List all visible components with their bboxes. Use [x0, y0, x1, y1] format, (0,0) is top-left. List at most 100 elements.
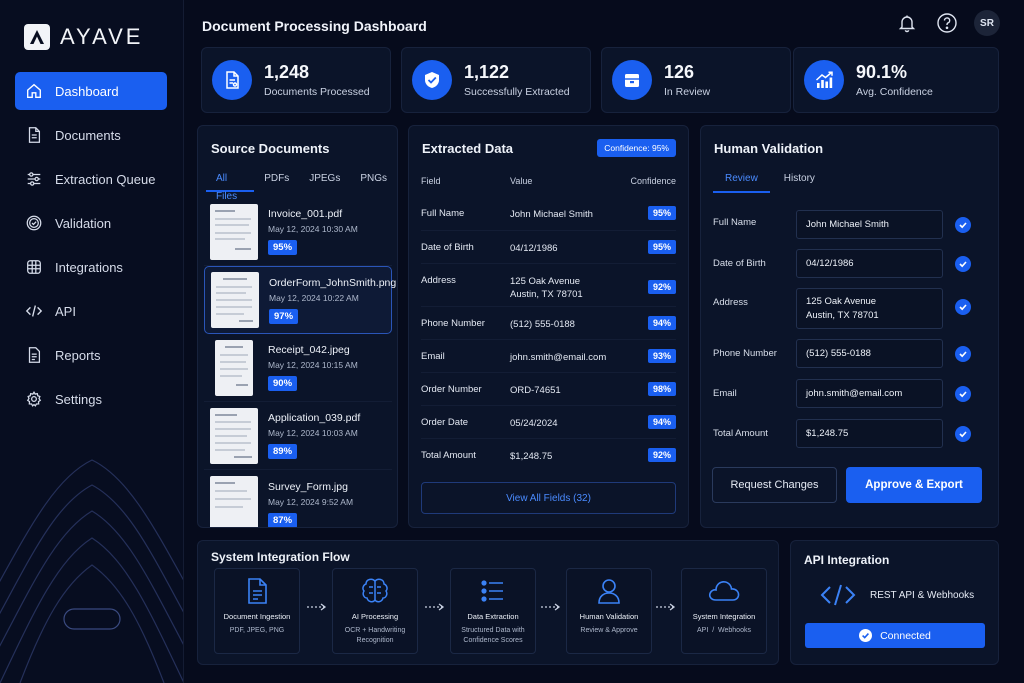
- table-row[interactable]: Email john.smith@email.com 93%: [421, 340, 676, 373]
- flow-step-human-validation[interactable]: Human Validation Review & Approve: [566, 568, 652, 654]
- field-label: Date of Birth: [713, 258, 766, 269]
- sidebar: AYAVE Dashboard Documents Extraction Que…: [0, 0, 184, 683]
- approve-export-button[interactable]: Approve & Export: [846, 467, 982, 503]
- sidebar-item-documents[interactable]: Documents: [15, 116, 167, 154]
- confidence-badge: 95%: [268, 240, 298, 255]
- stat-label: In Review: [664, 86, 711, 98]
- step-description: API / Webhooks: [697, 627, 751, 634]
- step-description: Review & Approve: [580, 627, 638, 634]
- user-avatar[interactable]: SR: [974, 10, 1000, 36]
- stat-value: 126: [664, 62, 695, 82]
- sidebar-item-reports[interactable]: Reports: [15, 336, 167, 374]
- document-thumbnail: [215, 339, 253, 396]
- sidebar-item-settings[interactable]: Settings: [15, 380, 167, 418]
- decorative-arches: [0, 459, 183, 683]
- table-row[interactable]: Full Name John Michael Smith 95%: [421, 198, 676, 231]
- document-name: Survey_Form.jpg: [268, 480, 348, 493]
- document-thumbnail: [210, 407, 258, 464]
- field-value: 04/12/1986: [806, 257, 854, 269]
- tab-pngs[interactable]: PNGs: [350, 170, 397, 192]
- confidence-badge: 95%: [647, 240, 676, 254]
- brand-logo[interactable]: AYAVE: [24, 24, 143, 50]
- step-description: PDF, JPEG, PNG: [229, 627, 285, 634]
- tab-history[interactable]: History: [770, 169, 829, 193]
- table-row[interactable]: Address 125 Oak Avenue Austin, TX 78701 …: [421, 264, 676, 307]
- notifications-button[interactable]: [894, 10, 920, 36]
- flow-step-document-ingestion[interactable]: Document Ingestion PDF, JPEG, PNG: [214, 568, 300, 654]
- sidebar-item-validation[interactable]: Validation: [15, 204, 167, 242]
- confidence-badge: 87%: [268, 512, 298, 527]
- field-label: Email: [713, 388, 737, 399]
- file-type-tabs: All Files PDFs JPEGs PNGs: [206, 170, 397, 202]
- flow-step-system-integration[interactable]: System Integration API / Webhooks: [681, 568, 767, 654]
- phone-number-field[interactable]: (512) 555-0188: [796, 339, 943, 368]
- field-value: john.smith@email.com: [510, 352, 607, 363]
- step-title: AI Processing: [351, 612, 399, 621]
- source-documents-panel: Source Documents All Files PDFs JPEGs PN…: [197, 125, 398, 528]
- api-info: REST API & Webhooks: [820, 583, 974, 607]
- arrow-right-icon: [307, 603, 327, 611]
- field-name: Order Number: [421, 384, 482, 395]
- check-icon[interactable]: [955, 386, 971, 402]
- date-of-birth-field[interactable]: 04/12/1986: [796, 249, 943, 278]
- help-icon: [937, 13, 957, 33]
- list-item[interactable]: Application_039.pdf May 12, 2024 10:03 A…: [204, 402, 392, 470]
- document-date: May 12, 2024 9:52 AM: [268, 496, 354, 507]
- table-row[interactable]: Order Date 05/24/2024 94%: [421, 406, 676, 439]
- gear-icon: [26, 391, 42, 407]
- field-value: (512) 555-0188: [510, 319, 575, 330]
- total-amount-field[interactable]: $1,248.75: [796, 419, 943, 448]
- sidebar-item-extraction-queue[interactable]: Extraction Queue: [15, 160, 167, 198]
- view-all-fields-button[interactable]: View All Fields (32): [421, 482, 676, 514]
- check-icon[interactable]: [955, 426, 971, 442]
- help-button[interactable]: [934, 10, 960, 36]
- flow-step-ai-processing[interactable]: AI Processing OCR + Handwriting Recogniti…: [332, 568, 418, 654]
- document-name: OrderForm_JohnSmith.png: [269, 276, 397, 289]
- check-circle-icon: [26, 215, 42, 231]
- stat-label: Successfully Extracted: [464, 86, 570, 98]
- table-row[interactable]: Total Amount $1,248.75 92%: [421, 439, 676, 472]
- document-date: May 12, 2024 10:30 AM: [268, 224, 358, 234]
- table-row[interactable]: Order Number ORD-74651 98%: [421, 373, 676, 406]
- sidebar-item-api[interactable]: API: [15, 292, 167, 330]
- list-item[interactable]: Receipt_042.jpeg May 12, 2024 10:15 AM 9…: [204, 334, 392, 402]
- sidebar-item-integrations[interactable]: Integrations: [15, 248, 167, 286]
- confidence-badge: 94%: [647, 316, 676, 330]
- flow-step-data-extraction[interactable]: Data Extraction Structured Data with Conf…: [450, 568, 536, 654]
- connected-status-button[interactable]: Connected: [805, 623, 985, 648]
- check-icon[interactable]: [955, 217, 971, 233]
- tab-review[interactable]: Review: [713, 169, 770, 193]
- list-item[interactable]: Survey_Form.jpg May 12, 2024 9:52 AM 87%: [204, 470, 392, 527]
- check-icon[interactable]: [955, 346, 971, 362]
- confidence-badge: 94%: [647, 415, 676, 429]
- stat-documents-processed: 1,248 Documents Processed: [201, 47, 391, 113]
- email-field[interactable]: john.smith@email.com: [796, 379, 943, 408]
- page-title: Document Processing Dashboard: [202, 18, 427, 34]
- check-icon[interactable]: [955, 299, 971, 315]
- address-field[interactable]: 125 Oak Avenue Austin, TX 78701: [796, 288, 943, 329]
- table-row[interactable]: Phone Number (512) 555-0188 94%: [421, 307, 676, 340]
- integration-flow-panel: System Integration Flow Document Ingesti…: [197, 540, 779, 665]
- field-value-line2: Austin, TX 78701: [510, 289, 583, 300]
- sidebar-item-label: Integrations: [55, 259, 123, 275]
- brand-name: AYAVE: [60, 24, 144, 49]
- field-name: Order Date: [421, 417, 468, 428]
- document-icon: [28, 127, 41, 143]
- header-actions: SR: [894, 10, 1000, 36]
- request-changes-button[interactable]: Request Changes: [712, 467, 837, 503]
- table-row[interactable]: Date of Birth 04/12/1986 95%: [421, 231, 676, 264]
- full-name-field[interactable]: John Michael Smith: [796, 210, 943, 239]
- list-item[interactable]: OrderForm_JohnSmith.png May 12, 2024 10:…: [204, 266, 396, 334]
- tab-all-files[interactable]: All Files: [206, 170, 255, 202]
- list-item[interactable]: Invoice_001.pdf May 12, 2024 10:30 AM 95…: [204, 198, 392, 266]
- step-title: Human Validation: [579, 612, 639, 621]
- field-name: Date of Birth: [421, 242, 474, 253]
- tab-pdfs[interactable]: PDFs: [254, 170, 299, 192]
- stat-value: 1,122: [464, 62, 510, 82]
- sidebar-item-label: Documents: [55, 127, 121, 143]
- field-value: 05/24/2024: [510, 418, 558, 429]
- check-icon[interactable]: [955, 256, 971, 272]
- stat-in-review: 126 In Review: [601, 47, 791, 113]
- tab-jpegs[interactable]: JPEGs: [299, 170, 350, 192]
- sidebar-item-dashboard[interactable]: Dashboard: [15, 72, 167, 110]
